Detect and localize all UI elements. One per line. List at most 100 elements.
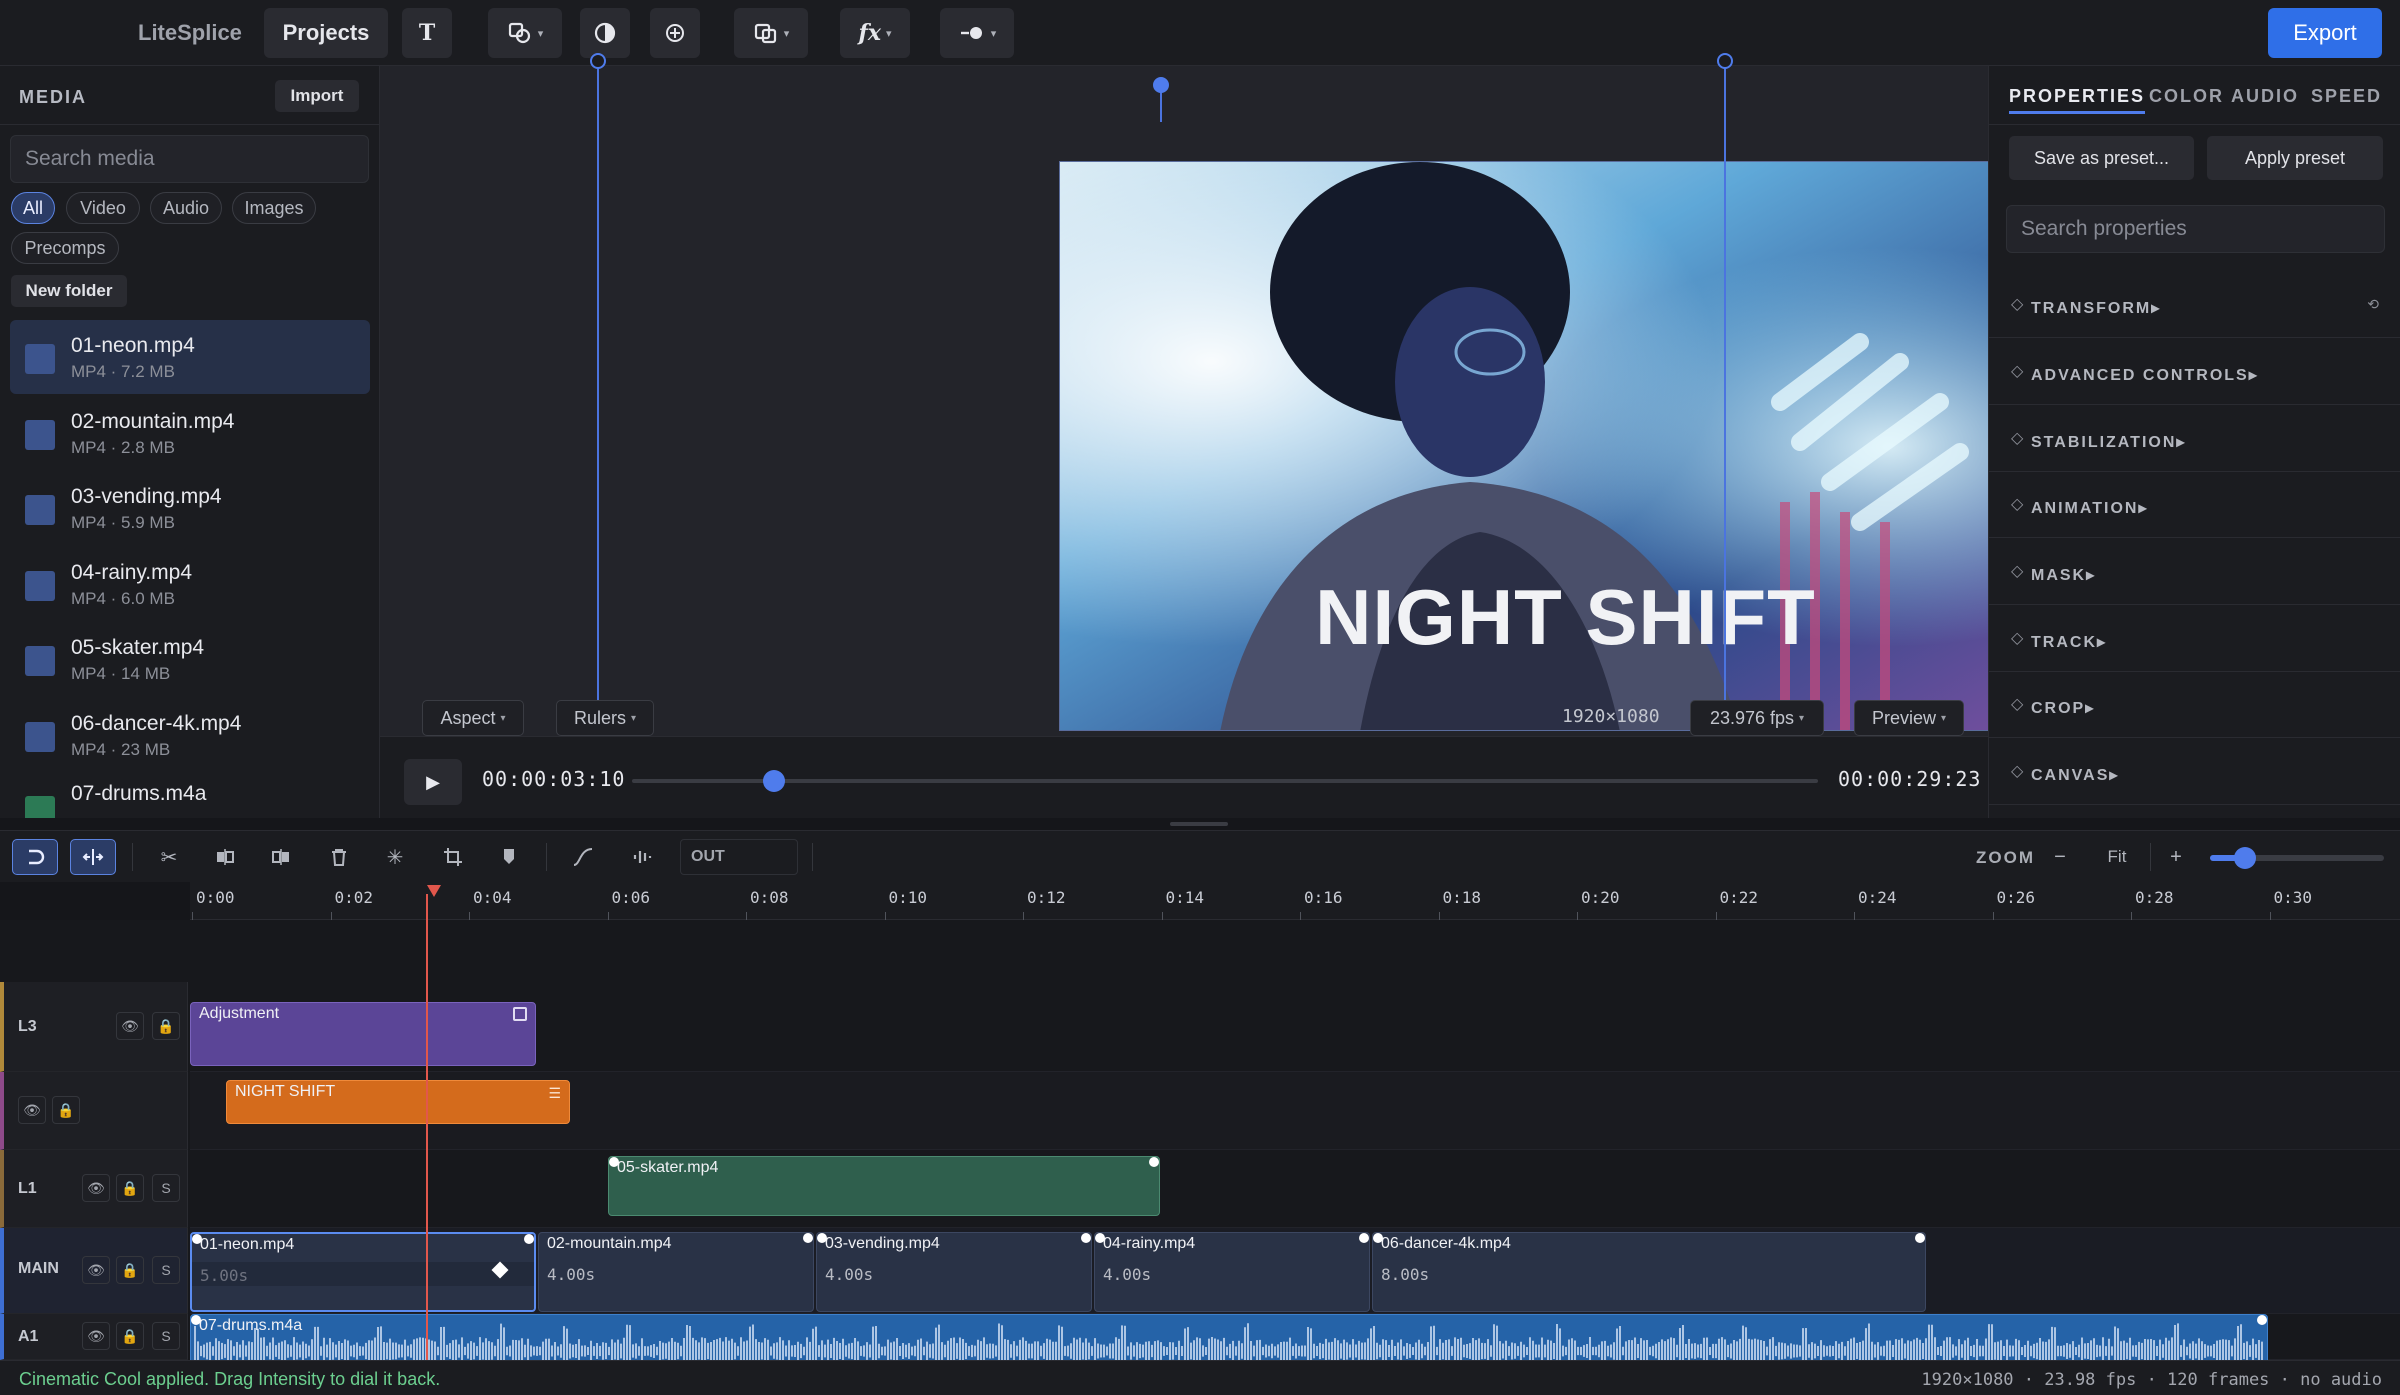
trim-handle[interactable] [191,1315,201,1325]
audio-levels-button[interactable] [620,839,666,875]
filter-images[interactable]: Images [232,192,316,224]
media-item[interactable]: 02-mountain.mp4 MP4 · 2.8 MB [10,396,370,470]
section-canvas[interactable]: ◇ CANVAS▸ [1989,739,2400,805]
split-left-button[interactable] [202,839,248,875]
tab-speed[interactable]: SPEED [2311,86,2382,107]
text-tool-button[interactable]: T [402,8,452,58]
ripple-toggle[interactable] [70,839,116,875]
marker-button[interactable] [486,839,532,875]
lock-icon[interactable]: 🔒 [116,1174,144,1202]
apply-preset-button[interactable]: Apply preset [2207,136,2383,180]
visibility-icon[interactable]: 👁 [18,1096,46,1124]
trim-handle[interactable] [1915,1233,1925,1243]
media-item[interactable]: 03-vending.mp4 MP4 · 5.9 MB [10,471,370,545]
main-clip-selected[interactable]: 01-neon.mp4 5.00s [190,1232,536,1312]
trim-handle[interactable] [2257,1315,2267,1325]
filter-precomps[interactable]: Precomps [11,232,119,264]
trim-handle[interactable] [1359,1233,1369,1243]
lock-icon[interactable]: 🔒 [116,1256,144,1284]
scrub-bar[interactable] [632,770,1818,792]
section-mask[interactable]: ◇ MASK▸ [1989,539,2400,605]
crop-button[interactable] [430,839,476,875]
lock-icon[interactable]: 🔒 [152,1012,180,1040]
playhead-handle[interactable] [427,885,441,897]
filter-video[interactable]: Video [66,192,140,224]
guide-handle-top[interactable] [1153,77,1169,93]
media-search-input[interactable]: Search media [10,135,369,183]
new-folder-button[interactable]: New folder [11,275,127,307]
media-item[interactable]: 04-rainy.mp4 MP4 · 6.0 MB [10,547,370,621]
timeline-ruler[interactable]: 0:00 0:02 0:04 0:06 0:08 0:10 0:12 0:14 0:16 0:18… [190,882,2400,920]
split-right-button[interactable] [258,839,304,875]
overlay-button[interactable]: ▾ [734,8,808,58]
trim-handle[interactable] [1095,1233,1105,1243]
save-preset-button[interactable]: Save as preset... [2009,136,2194,180]
tab-color[interactable]: COLOR [2149,86,2224,107]
video-clip[interactable]: 05-skater.mp4 [608,1156,1160,1216]
zoom-out-button[interactable]: − [2040,839,2080,875]
visibility-icon[interactable]: 👁 [82,1174,110,1202]
adjustment-clip[interactable]: Adjustment [190,1002,536,1066]
delete-button[interactable] [316,839,362,875]
solo-button[interactable]: S [152,1256,180,1284]
effects-button[interactable]: ✳ [372,839,418,875]
zoom-slider[interactable] [2210,847,2384,869]
overlay-title-text[interactable]: NIGHT SHIFT [1060,572,2069,663]
curve-button[interactable] [560,839,606,875]
section-advanced-controls[interactable]: ◇ ADVANCED CONTROLS▸ [1989,339,2400,405]
contrast-button[interactable] [580,8,630,58]
cut-button[interactable]: ✂ [146,839,192,875]
snap-toggle[interactable] [12,839,58,875]
main-clip[interactable]: 03-vending.mp4 4.00s [816,1232,1092,1312]
trim-handle[interactable] [192,1234,202,1244]
lock-icon[interactable]: 🔒 [52,1096,80,1124]
media-item[interactable]: 07-drums.m4a [10,772,370,818]
shapes-button[interactable]: ▾ [488,8,562,58]
video-preview[interactable]: NIGHT SHIFT [1059,161,2070,731]
add-target-button[interactable] [650,8,700,58]
zoom-fit-button[interactable]: Fit [2094,839,2140,875]
trim-handle[interactable] [1149,1157,1159,1167]
guide-handle-right[interactable] [1717,53,1733,69]
fx-button[interactable]: fx ▾ [840,8,910,58]
trim-handle[interactable] [817,1233,827,1243]
filter-audio[interactable]: Audio [150,192,222,224]
main-clip[interactable]: 02-mountain.mp4 4.00s [538,1232,814,1312]
guide-right[interactable] [1724,62,1726,740]
export-button[interactable]: Export [2268,8,2382,58]
lock-icon[interactable]: 🔒 [116,1322,144,1350]
section-crop[interactable]: ◇ CROP▸ [1989,672,2400,738]
zoom-in-button[interactable]: + [2156,839,2196,875]
trim-handle[interactable] [1373,1233,1383,1243]
trim-handle[interactable] [524,1234,534,1244]
panel-splitter[interactable] [0,818,2400,830]
fps-dropdown[interactable]: 23.976 fps ▾ [1690,700,1824,736]
projects-button[interactable]: Projects [264,8,388,58]
main-clip[interactable]: 04-rainy.mp4 4.00s [1094,1232,1370,1312]
solo-button[interactable]: S [152,1174,180,1202]
trim-handle[interactable] [609,1157,619,1167]
section-stabilization[interactable]: ◇ STABILIZATION▸ [1989,406,2400,472]
reset-icon[interactable]: ⟲ [2367,296,2379,313]
filter-all[interactable]: All [11,192,55,224]
splitter-grip[interactable] [1170,822,1228,826]
title-clip[interactable]: NIGHT SHIFT ☰ [226,1080,570,1124]
import-button[interactable]: Import [275,80,359,112]
media-item[interactable]: 06-dancer-4k.mp4 MP4 · 23 MB [10,698,370,772]
guide-left[interactable] [597,62,599,740]
visibility-icon[interactable]: 👁 [82,1322,110,1350]
zoom-slider-handle[interactable] [2233,847,2256,869]
tab-audio[interactable]: AUDIO [2231,86,2299,107]
section-transform[interactable]: ◇ TRANSFORM▸ ⟲ [1989,272,2400,338]
aspect-dropdown[interactable]: Aspect ▾ [422,700,524,736]
visibility-icon[interactable]: 👁 [116,1012,144,1040]
scrub-handle[interactable] [763,770,786,792]
main-clip[interactable]: 06-dancer-4k.mp4 8.00s [1372,1232,1926,1312]
properties-search-input[interactable]: Search properties [2006,205,2385,253]
media-item[interactable]: 01-neon.mp4 MP4 · 7.2 MB [10,320,370,394]
toggle-button[interactable]: ▾ [940,8,1014,58]
trim-handle[interactable] [1081,1233,1091,1243]
visibility-icon[interactable]: 👁 [82,1256,110,1284]
tab-properties[interactable]: PROPERTIES [2009,86,2146,114]
playhead-line[interactable] [426,894,428,1360]
